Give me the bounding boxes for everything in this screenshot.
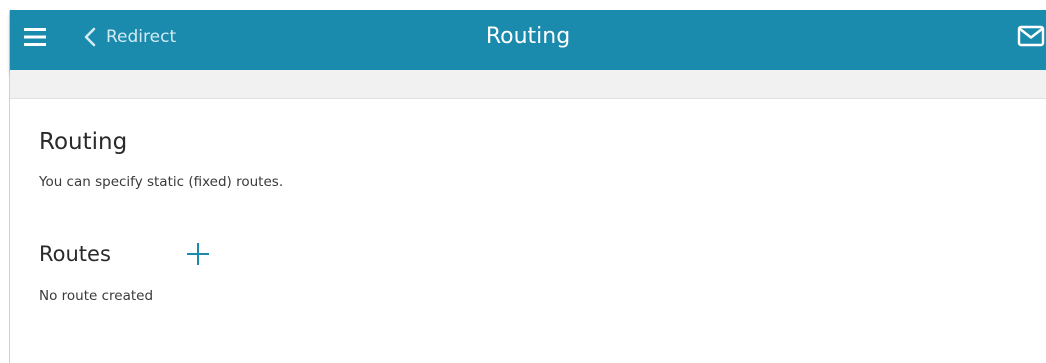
mail-icon[interactable] — [1017, 25, 1045, 47]
section-heading: Routing — [39, 129, 128, 155]
top-bar: Redirect Routing — [10, 10, 1046, 70]
toolbar-strip — [10, 70, 1046, 99]
section-description: You can specify static (fixed) routes. — [39, 174, 284, 190]
plus-icon[interactable] — [185, 241, 211, 267]
routes-header: Routes — [39, 239, 211, 269]
main-content: Routing You can specify static (fixed) r… — [39, 126, 1019, 304]
page-title: Routing — [485, 24, 571, 49]
routes-heading: Routes — [39, 242, 111, 266]
window-top-margin — [0, 0, 1046, 10]
routes-empty-message: No route created — [39, 288, 154, 304]
